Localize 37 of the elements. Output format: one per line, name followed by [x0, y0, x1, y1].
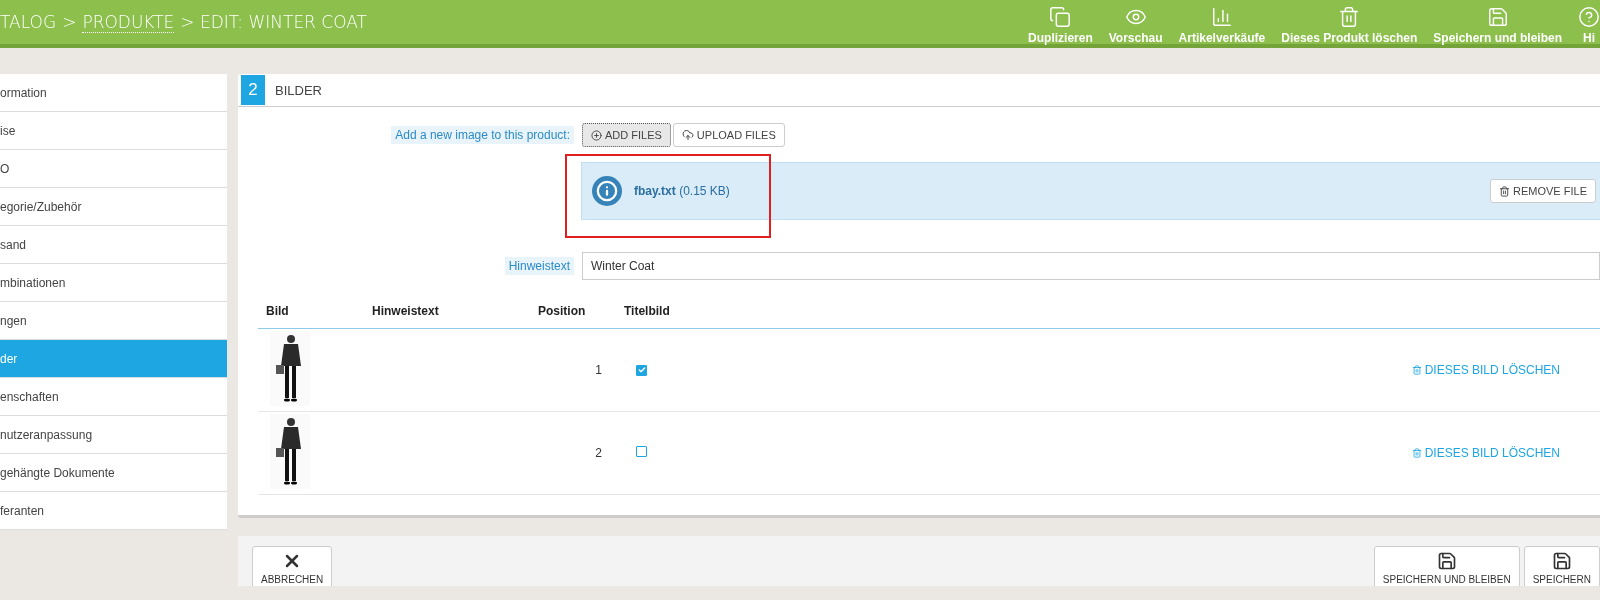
sidebar-item[interactable]: ormation: [0, 74, 227, 112]
add-files-button[interactable]: ADD FILES: [582, 123, 671, 147]
plus-icon: [591, 129, 602, 141]
hint-label: Hinweistext: [504, 257, 574, 275]
trash-icon: [1411, 447, 1422, 458]
trash-icon: [1338, 5, 1361, 28]
cover-checkbox[interactable]: [636, 364, 647, 376]
save-icon: [1486, 5, 1509, 28]
copy-icon: [1049, 5, 1072, 28]
position-number: 2: [595, 446, 602, 460]
save-icon: [1436, 551, 1457, 571]
save-icon: [1551, 551, 1572, 571]
trash-icon: [1411, 364, 1422, 375]
position-number: 1: [595, 363, 602, 377]
cover-checkbox[interactable]: [636, 446, 647, 457]
footer-button[interactable]: SPEICHERN UND BLEIBEN: [1373, 546, 1520, 586]
info-icon: [592, 176, 622, 206]
column-header: Hinweistext: [364, 294, 530, 329]
remove-file-button[interactable]: REMOVE FILE: [1490, 179, 1596, 203]
bar-chart-icon: [1210, 5, 1233, 28]
breadcrumb-text: >: [62, 12, 77, 32]
footer-button[interactable]: SPEICHERN: [1523, 546, 1600, 586]
breadcrumb-text: TALOG: [0, 12, 57, 32]
column-header: Position: [530, 294, 616, 329]
add-image-label: Add a new image to this product:: [391, 126, 574, 144]
file-name: fbay.txt (0.15 KB): [634, 184, 730, 198]
upload-files-button[interactable]: UPLOAD FILES: [672, 123, 785, 147]
footer-button[interactable]: ABBRECHEN: [252, 546, 333, 586]
column-header: Bild: [258, 294, 364, 329]
panel-title: BILDER: [275, 82, 322, 98]
trash-icon: [1499, 185, 1511, 197]
column-header: Titelbild: [616, 294, 692, 329]
breadcrumb-text: > EDIT: WINTER COAT: [180, 12, 367, 32]
cloud-upload-icon: [681, 129, 694, 141]
help-icon: [1578, 5, 1600, 28]
step-number: 2: [241, 75, 265, 105]
hint-input[interactable]: Winter Coat: [582, 252, 1600, 280]
